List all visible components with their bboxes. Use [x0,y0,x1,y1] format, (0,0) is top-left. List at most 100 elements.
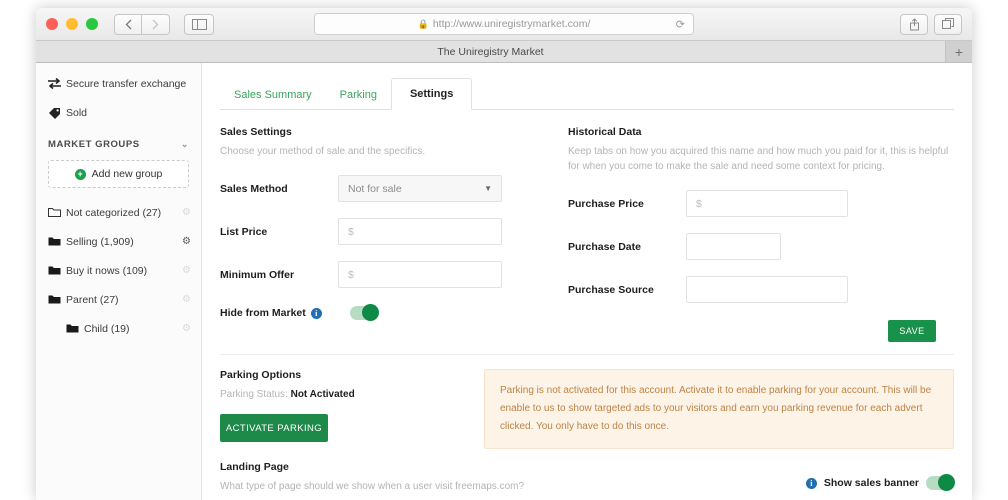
sidebar-group-label: Child (19) [84,322,130,335]
url-text: http://www.uniregistrymarket.com/ [432,18,591,30]
market-groups-label: MARKET GROUPS [48,139,140,150]
sidebar-group-label: Parent (27) [66,293,119,306]
historical-data-section: Historical Data Keep tabs on how you acq… [568,126,954,320]
reload-icon[interactable]: ⟳ [676,18,685,31]
gear-icon[interactable]: ⚙ [182,265,191,276]
tab-parking[interactable]: Parking [326,81,391,110]
back-button[interactable] [114,13,142,35]
hide-from-market-toggle[interactable] [349,304,379,321]
save-button[interactable]: SAVE [888,320,936,342]
sidebar-group-parent[interactable]: Parent (27) ⚙ [36,285,201,314]
browser-window: 🔒 http://www.uniregistrymarket.com/ ⟳ Th… [36,8,972,500]
landing-page-section: Landing Page What type of page should we… [202,449,972,500]
sidebar-item-secure-transfer-exchange[interactable]: Secure transfer exchange [36,69,201,98]
show-sales-banner-row: i Show sales banner [805,474,955,491]
minimize-window-button[interactable] [66,18,78,30]
lock-icon: 🔒 [417,18,429,29]
purchase-date-row: Purchase Date [568,233,954,260]
sidebar-group-not-categorized[interactable]: Not categorized (27) ⚙ [36,198,201,227]
browser-tab-strip: The Uniregistry Market + [36,41,972,63]
forward-button[interactable] [142,13,170,35]
hide-from-market-label: Hide from Market [220,307,306,319]
tag-icon [48,107,66,119]
minimum-offer-input[interactable]: $ [338,261,502,288]
purchase-date-label: Purchase Date [568,240,641,253]
chevron-down-icon: ▼ [484,184,492,193]
parking-status-label: Parking Status: [220,389,288,400]
navigation-buttons [114,13,170,35]
info-icon[interactable]: i [310,307,322,319]
address-bar[interactable]: 🔒 http://www.uniregistrymarket.com/ ⟳ [314,13,694,35]
purchase-price-placeholder: $ [696,197,702,210]
list-price-row: List Price $ [220,218,518,245]
tab-sales-summary[interactable]: Sales Summary [220,81,326,110]
sidebar-toggle-button[interactable] [184,13,214,35]
sidebar-item-label: Sold [66,106,88,119]
browser-tab[interactable]: The Uniregistry Market [36,41,946,62]
landing-page-title: Landing Page [220,461,289,473]
parking-status: Parking Status: Not Activated [220,389,452,400]
folder-icon [48,294,66,305]
purchase-price-label: Purchase Price [568,197,644,210]
folder-icon [66,323,84,334]
sidebar-group-selling[interactable]: Selling (1,909) ⚙ [36,227,201,256]
sidebar-group-buy-it-nows[interactable]: Buy it nows (109) ⚙ [36,256,201,285]
historical-data-title: Historical Data [568,126,642,138]
gear-icon[interactable]: ⚙ [182,294,191,305]
parking-options-title: Parking Options [220,369,302,381]
sidebar-group-child[interactable]: Child (19) ⚙ [36,314,201,343]
purchase-source-row: Purchase Source [568,276,954,303]
sales-method-value: Not for sale [348,182,402,195]
maximize-window-button[interactable] [86,18,98,30]
gear-icon[interactable]: ⚙ [182,236,191,247]
historical-data-subtitle: Keep tabs on how you acquired this name … [568,146,949,172]
plus-circle-icon: + [74,168,86,180]
minimum-offer-row: Minimum Offer $ [220,261,518,288]
settings-panel: Sales Settings Choose your method of sal… [202,110,972,354]
sidebar-item-sold[interactable]: Sold [36,98,201,127]
parking-notice: Parking is not activated for this accoun… [484,369,954,449]
chevron-down-icon[interactable]: ⌄ [181,139,189,150]
window-controls [46,18,98,30]
folder-icon [48,236,66,247]
list-price-placeholder: $ [348,225,354,238]
show-all-tabs-button[interactable] [934,13,962,35]
sales-settings-section: Sales Settings Choose your method of sal… [220,126,518,321]
content-tabs: Sales Summary Parking Settings [220,77,954,110]
transfer-icon [48,78,66,89]
activate-parking-button[interactable]: ACTIVATE PARKING [220,414,328,442]
gear-icon[interactable]: ⚙ [182,207,191,218]
sales-settings-title: Sales Settings [220,126,292,138]
folder-outline-icon [48,207,66,218]
gear-icon[interactable]: ⚙ [182,323,191,334]
purchase-date-input[interactable] [686,233,781,260]
market-groups-header[interactable]: MARKET GROUPS ⌄ [36,127,201,158]
tab-settings[interactable]: Settings [390,78,473,110]
folder-icon [48,265,66,276]
sales-settings-subtitle: Choose your method of sale and the speci… [220,146,426,157]
toggle-knob [938,474,955,491]
purchase-source-input[interactable] [686,276,848,303]
list-price-label: List Price [220,225,268,238]
toolbar-right-buttons [900,13,962,35]
sales-method-label: Sales Method [220,182,288,195]
add-new-group-button[interactable]: + Add new group [48,160,189,188]
purchase-price-input[interactable]: $ [686,190,848,217]
toggle-knob [361,304,379,321]
show-sales-banner-label: Show sales banner [823,477,919,489]
close-window-button[interactable] [46,18,58,30]
sidebar: Secure transfer exchange Sold MARKET GRO… [36,63,202,500]
sales-method-row: Sales Method Not for sale ▼ [220,175,518,202]
sales-method-select[interactable]: Not for sale ▼ [338,175,502,202]
show-sales-banner-toggle[interactable] [926,474,955,491]
sidebar-group-label: Not categorized (27) [66,206,162,219]
purchase-source-label: Purchase Source [568,283,654,296]
hide-from-market-row: Hide from Market i [220,304,518,321]
sidebar-group-label: Buy it nows (109) [66,264,148,277]
new-tab-button[interactable]: + [946,41,972,62]
sidebar-item-label: Secure transfer exchange [66,77,187,90]
list-price-input[interactable]: $ [338,218,502,245]
browser-titlebar: 🔒 http://www.uniregistrymarket.com/ ⟳ [36,8,972,41]
share-button[interactable] [900,13,928,35]
info-icon[interactable]: i [805,477,817,489]
